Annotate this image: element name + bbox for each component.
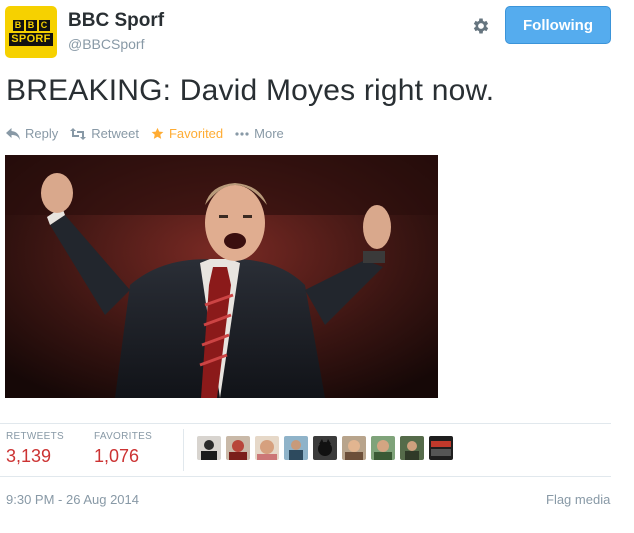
divider — [0, 476, 611, 477]
tweet-actions: Reply Retweet Favorited More — [6, 126, 296, 141]
following-button[interactable]: Following — [505, 6, 611, 44]
tweet-timestamp[interactable]: 9:30 PM - 26 Aug 2014 — [6, 492, 139, 507]
favoriter-avatar[interactable] — [226, 436, 250, 460]
favoriter-avatar[interactable] — [197, 436, 221, 460]
favoriters-avatars — [197, 436, 458, 460]
logo-word: SPORF — [9, 33, 53, 46]
favoriter-avatar[interactable] — [255, 436, 279, 460]
favoriter-avatar[interactable] — [342, 436, 366, 460]
gear-icon — [473, 18, 489, 34]
star-icon — [151, 127, 164, 139]
celebrating-man-image — [5, 155, 438, 398]
reply-icon — [6, 127, 20, 140]
retweet-button[interactable]: Retweet — [70, 126, 139, 141]
logo-block: B — [12, 20, 24, 31]
favoriter-avatar[interactable] — [313, 436, 337, 460]
tweet-text: BREAKING: David Moyes right now. — [6, 74, 495, 107]
favorite-label: Favorited — [168, 126, 224, 141]
flag-media-link[interactable]: Flag media — [546, 492, 610, 507]
display-name[interactable]: BBC Sporf — [68, 10, 164, 32]
retweet-label: Retweet — [91, 126, 139, 141]
more-label: More — [254, 126, 284, 141]
reply-label: Reply — [25, 126, 59, 141]
retweets-label: RETWEETS — [6, 431, 64, 442]
favoriter-avatar[interactable] — [429, 436, 453, 460]
retweets-stat[interactable]: RETWEETS 3,139 — [6, 431, 64, 467]
favorite-button[interactable]: Favorited — [151, 126, 223, 141]
logo-block: B — [25, 20, 37, 31]
retweet-icon — [70, 127, 87, 140]
favorites-label: FAVORITES — [94, 431, 153, 442]
more-button[interactable]: More — [235, 126, 284, 141]
favorites-stat[interactable]: FAVORITES 1,076 — [94, 431, 152, 467]
favoriter-avatar[interactable] — [400, 436, 424, 460]
divider — [0, 423, 611, 424]
logo-block: C — [38, 20, 50, 31]
reply-button[interactable]: Reply — [6, 126, 58, 141]
favoriter-avatar[interactable] — [284, 436, 308, 460]
ellipsis-icon — [235, 131, 249, 136]
profile-avatar[interactable]: B B C SPORF — [5, 6, 57, 58]
stats-separator — [183, 429, 184, 471]
tweet-photo[interactable] — [5, 155, 438, 398]
favoriter-avatar[interactable] — [371, 436, 395, 460]
settings-button[interactable] — [467, 12, 495, 40]
favorites-count: 1,076 — [94, 446, 140, 466]
bbc-logo-blocks: B B C — [12, 20, 50, 31]
retweets-count: 3,139 — [6, 446, 52, 466]
user-handle[interactable]: @BBCSporf — [68, 36, 144, 52]
